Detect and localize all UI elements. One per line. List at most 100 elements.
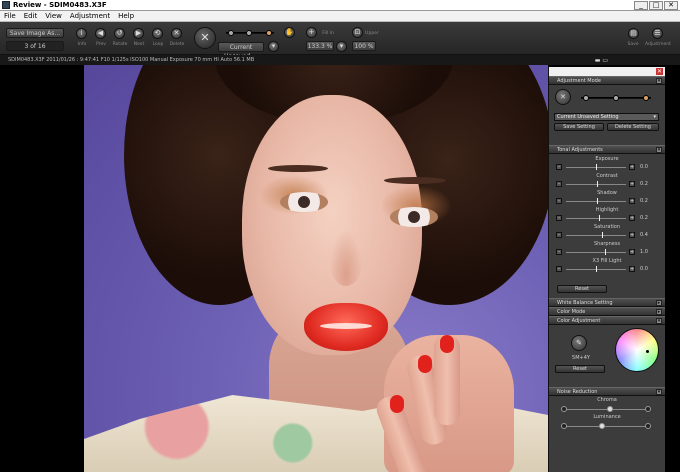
color-wheel[interactable]	[615, 328, 659, 372]
save-image-as-button[interactable]: Save Image As...	[6, 28, 64, 38]
menu-view[interactable]: View	[41, 12, 66, 20]
panel-close-button[interactable]: ✕	[656, 68, 663, 75]
color-wheel-marker[interactable]	[646, 350, 650, 353]
tonal-slider[interactable]	[566, 181, 626, 187]
tonal-slider[interactable]	[566, 198, 626, 204]
tonal-reset-button[interactable]: Reset	[557, 285, 607, 293]
expand-icon[interactable]: ▸	[656, 309, 662, 315]
zoom-value[interactable]: 133.3 %	[306, 41, 334, 51]
decrease-button[interactable]: -	[556, 198, 562, 204]
mode-knob-mid[interactable]	[613, 95, 619, 101]
tonal-slider[interactable]	[566, 215, 626, 221]
tonal-value: 0.0	[640, 164, 648, 170]
slider-tick[interactable]	[597, 181, 599, 187]
adjust-slider[interactable]	[226, 30, 274, 36]
increase-button[interactable]: +	[629, 232, 635, 238]
eye-right	[390, 207, 438, 227]
increase-button[interactable]: +	[629, 215, 635, 221]
slider-knob-mid[interactable]	[246, 30, 252, 36]
slider-knob-right[interactable]	[266, 30, 272, 36]
tonal-adjustments-header[interactable]: Tonal Adjustments ▾	[549, 145, 665, 154]
mode-slider[interactable]	[581, 95, 651, 101]
color-mode-header[interactable]: Color Mode ▸	[549, 307, 665, 316]
decrease-button[interactable]: -	[556, 215, 562, 221]
collapse-icon[interactable]: ▾	[656, 318, 662, 324]
decrease-button[interactable]: -	[556, 266, 562, 272]
delete-icon[interactable]: ✕	[171, 28, 182, 39]
save-label: Save	[627, 42, 639, 47]
fit-label: Upper	[365, 31, 379, 36]
menu-adjustment[interactable]: Adjustment	[66, 12, 114, 20]
delete-setting-button[interactable]: Delete Setting	[607, 123, 659, 131]
setting-menu-icon[interactable]: ▾	[268, 41, 279, 52]
color-adjustment-header[interactable]: Color Adjustment ▾	[549, 316, 665, 325]
tonal-row-sharpness: Sharpness - +1.0	[554, 241, 660, 258]
image-info-bar: SDIM0483.X3F 2011/01/26 : 9:47:41 F10 1/…	[0, 55, 680, 65]
decrease-button[interactable]: -	[556, 164, 562, 170]
chroma-knob-low[interactable]	[561, 406, 567, 412]
eyedropper-icon[interactable]: ✎	[571, 335, 587, 351]
slider-tick[interactable]	[596, 266, 597, 272]
adjustment-mode-header[interactable]: Adjustment Mode ▾	[549, 76, 665, 85]
slider-tick[interactable]	[596, 164, 597, 170]
chroma-knob[interactable]	[607, 406, 614, 412]
menu-edit[interactable]: Edit	[20, 12, 42, 20]
info-icon[interactable]: i	[76, 28, 87, 39]
minimize-button[interactable]: _	[634, 0, 648, 10]
mode-knob-right[interactable]	[643, 95, 649, 101]
save-icon[interactable]: ▤	[628, 28, 639, 39]
wand-icon[interactable]: ✕	[194, 27, 216, 49]
luminance-knob-low[interactable]	[561, 423, 567, 429]
decrease-button[interactable]: -	[556, 232, 562, 238]
chroma-slider[interactable]	[561, 406, 651, 412]
collapse-icon[interactable]: ▾	[656, 78, 662, 84]
tonal-slider[interactable]	[566, 164, 626, 170]
loop-icon[interactable]: ⟲	[152, 28, 163, 39]
tonal-slider[interactable]	[566, 266, 626, 272]
menu-help[interactable]: Help	[114, 12, 138, 20]
tonal-row-shadow: Shadow - +0.2	[554, 190, 660, 207]
window-controls: _ □ ✕	[634, 0, 678, 10]
zoom-menu-icon[interactable]: ▾	[336, 41, 347, 52]
rotate-icon[interactable]: ↺	[114, 28, 125, 39]
next-icon[interactable]: ▶	[133, 28, 144, 39]
tonal-row-highlight: Highlight - +0.2	[554, 207, 660, 224]
increase-button[interactable]: +	[629, 249, 635, 255]
mode-knob-left[interactable]	[583, 95, 589, 101]
increase-button[interactable]: +	[629, 181, 635, 187]
collapse-icon[interactable]: ▾	[656, 147, 662, 153]
increase-button[interactable]: +	[629, 198, 635, 204]
slider-tick[interactable]	[605, 249, 606, 255]
slider-knob-left[interactable]	[228, 30, 234, 36]
decrease-button[interactable]: -	[556, 181, 562, 187]
luminance-slider[interactable]	[561, 423, 651, 429]
setting-dropdown[interactable]: Current Unsaved Setting	[554, 113, 659, 121]
luminance-knob-high[interactable]	[645, 423, 651, 429]
chroma-knob-high[interactable]	[645, 406, 651, 412]
prev-icon[interactable]: ◀	[95, 28, 106, 39]
color-reset-button[interactable]: Reset	[555, 365, 605, 373]
luminance-knob[interactable]	[598, 423, 605, 429]
noise-reduction-header[interactable]: Noise Reduction ▾	[549, 387, 665, 396]
increase-button[interactable]: +	[629, 266, 635, 272]
slider-tick[interactable]	[599, 215, 600, 221]
adjustment-icon[interactable]: ☰	[652, 28, 663, 39]
wand-icon[interactable]: ✕	[555, 89, 571, 105]
menu-file[interactable]: File	[0, 12, 20, 20]
save-setting-button[interactable]: Save Setting	[554, 123, 604, 131]
collapse-icon[interactable]: ▾	[656, 389, 662, 395]
increase-button[interactable]: +	[629, 164, 635, 170]
expand-icon[interactable]: ▸	[656, 300, 662, 306]
decrease-button[interactable]: -	[556, 249, 562, 255]
tonal-slider[interactable]	[566, 249, 626, 255]
slider-tick[interactable]	[602, 232, 603, 238]
maximize-button[interactable]: □	[649, 0, 663, 10]
tonal-row-x3-fill-light: X3 Fill Light - +0.0	[554, 258, 660, 275]
white-balance-header[interactable]: White Balance Setting ▸	[549, 298, 665, 307]
setting-select[interactable]: Current Unsaved ...	[218, 42, 264, 60]
slider-tick[interactable]	[597, 198, 599, 204]
fit-value[interactable]: 100 %	[352, 41, 376, 51]
tonal-slider[interactable]	[566, 232, 626, 238]
hand-icon[interactable]: ✋	[284, 27, 295, 38]
close-button[interactable]: ✕	[664, 0, 678, 10]
